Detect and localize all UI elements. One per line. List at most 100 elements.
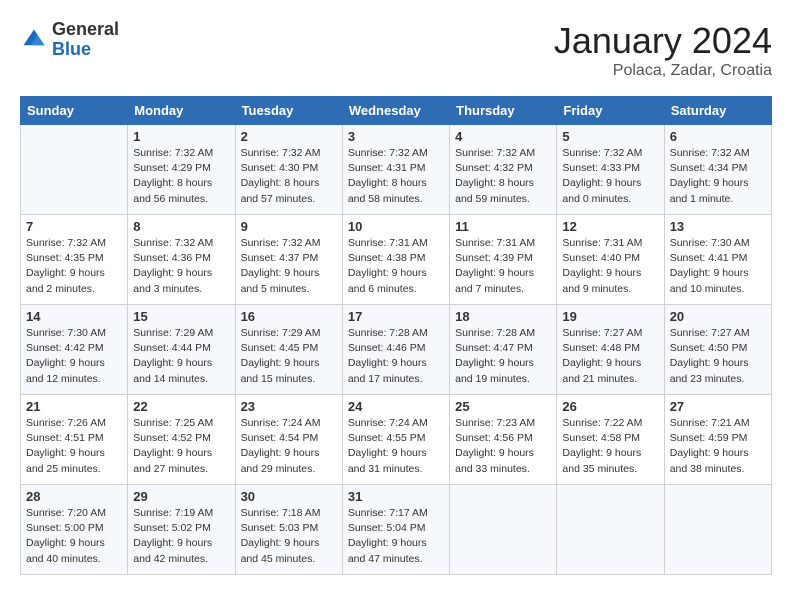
day-info: Sunrise: 7:28 AM Sunset: 4:47 PM Dayligh… [455, 326, 551, 387]
day-number: 22 [133, 399, 229, 414]
day-info: Sunrise: 7:23 AM Sunset: 4:56 PM Dayligh… [455, 416, 551, 477]
calendar-week-5: 28 Sunrise: 7:20 AM Sunset: 5:00 PM Dayli… [21, 485, 772, 575]
table-row: 22 Sunrise: 7:25 AM Sunset: 4:52 PM Dayli… [128, 395, 235, 485]
day-info: Sunrise: 7:32 AM Sunset: 4:31 PM Dayligh… [348, 146, 444, 207]
table-row: 14 Sunrise: 7:30 AM Sunset: 4:42 PM Dayli… [21, 305, 128, 395]
table-row: 23 Sunrise: 7:24 AM Sunset: 4:54 PM Dayli… [235, 395, 342, 485]
day-info: Sunrise: 7:32 AM Sunset: 4:34 PM Dayligh… [670, 146, 766, 207]
calendar-week-2: 7 Sunrise: 7:32 AM Sunset: 4:35 PM Daylig… [21, 215, 772, 305]
day-number: 19 [562, 309, 658, 324]
table-row: 2 Sunrise: 7:32 AM Sunset: 4:30 PM Daylig… [235, 125, 342, 215]
day-info: Sunrise: 7:20 AM Sunset: 5:00 PM Dayligh… [26, 506, 122, 567]
day-info: Sunrise: 7:27 AM Sunset: 4:50 PM Dayligh… [670, 326, 766, 387]
day-number: 11 [455, 219, 551, 234]
location-subtitle: Polaca, Zadar, Croatia [554, 62, 772, 80]
day-number: 1 [133, 129, 229, 144]
table-row: 24 Sunrise: 7:24 AM Sunset: 4:55 PM Dayli… [342, 395, 449, 485]
day-number: 16 [241, 309, 337, 324]
day-info: Sunrise: 7:31 AM Sunset: 4:40 PM Dayligh… [562, 236, 658, 297]
day-number: 23 [241, 399, 337, 414]
table-row: 1 Sunrise: 7:32 AM Sunset: 4:29 PM Daylig… [128, 125, 235, 215]
title-block: January 2024 Polaca, Zadar, Croatia [554, 20, 772, 80]
table-row: 30Sunrise: 7:18 AM Sunset: 5:03 PM Dayli… [235, 485, 342, 575]
day-number: 18 [455, 309, 551, 324]
table-row: 11 Sunrise: 7:31 AM Sunset: 4:39 PM Dayli… [450, 215, 557, 305]
day-info: Sunrise: 7:29 AM Sunset: 4:45 PM Dayligh… [241, 326, 337, 387]
table-row: 4 Sunrise: 7:32 AM Sunset: 4:32 PM Daylig… [450, 125, 557, 215]
col-sunday: Sunday [21, 97, 128, 125]
table-row [450, 485, 557, 575]
day-info: Sunrise: 7:32 AM Sunset: 4:33 PM Dayligh… [562, 146, 658, 207]
day-number: 30 [241, 489, 337, 504]
day-number: 8 [133, 219, 229, 234]
table-row: 9 Sunrise: 7:32 AM Sunset: 4:37 PM Daylig… [235, 215, 342, 305]
table-row: 18 Sunrise: 7:28 AM Sunset: 4:47 PM Dayli… [450, 305, 557, 395]
logo-icon [20, 26, 48, 54]
month-year-title: January 2024 [554, 20, 772, 62]
day-info: Sunrise: 7:32 AM Sunset: 4:35 PM Dayligh… [26, 236, 122, 297]
col-saturday: Saturday [664, 97, 771, 125]
day-info: Sunrise: 7:17 AM Sunset: 5:04 PM Dayligh… [348, 506, 444, 567]
day-number: 28 [26, 489, 122, 504]
calendar-week-1: 1 Sunrise: 7:32 AM Sunset: 4:29 PM Daylig… [21, 125, 772, 215]
day-info: Sunrise: 7:29 AM Sunset: 4:44 PM Dayligh… [133, 326, 229, 387]
day-number: 10 [348, 219, 444, 234]
table-row: 8 Sunrise: 7:32 AM Sunset: 4:36 PM Daylig… [128, 215, 235, 305]
calendar-week-4: 21 Sunrise: 7:26 AM Sunset: 4:51 PM Dayli… [21, 395, 772, 485]
day-info: Sunrise: 7:26 AM Sunset: 4:51 PM Dayligh… [26, 416, 122, 477]
table-row: 19 Sunrise: 7:27 AM Sunset: 4:48 PM Dayli… [557, 305, 664, 395]
day-number: 7 [26, 219, 122, 234]
day-info: Sunrise: 7:25 AM Sunset: 4:52 PM Dayligh… [133, 416, 229, 477]
day-number: 27 [670, 399, 766, 414]
day-number: 6 [670, 129, 766, 144]
table-row: 6 Sunrise: 7:32 AM Sunset: 4:34 PM Daylig… [664, 125, 771, 215]
day-number: 24 [348, 399, 444, 414]
day-info: Sunrise: 7:24 AM Sunset: 4:54 PM Dayligh… [241, 416, 337, 477]
col-monday: Monday [128, 97, 235, 125]
day-info: Sunrise: 7:32 AM Sunset: 4:36 PM Dayligh… [133, 236, 229, 297]
calendar-week-3: 14 Sunrise: 7:30 AM Sunset: 4:42 PM Dayli… [21, 305, 772, 395]
day-number: 20 [670, 309, 766, 324]
day-number: 9 [241, 219, 337, 234]
day-info: Sunrise: 7:32 AM Sunset: 4:32 PM Dayligh… [455, 146, 551, 207]
col-tuesday: Tuesday [235, 97, 342, 125]
logo: General Blue [20, 20, 119, 60]
col-wednesday: Wednesday [342, 97, 449, 125]
table-row [557, 485, 664, 575]
day-number: 29 [133, 489, 229, 504]
day-info: Sunrise: 7:30 AM Sunset: 4:41 PM Dayligh… [670, 236, 766, 297]
table-row: 29 Sunrise: 7:19 AM Sunset: 5:02 PM Dayli… [128, 485, 235, 575]
day-number: 14 [26, 309, 122, 324]
day-number: 21 [26, 399, 122, 414]
day-number: 26 [562, 399, 658, 414]
table-row: 20 Sunrise: 7:27 AM Sunset: 4:50 PM Dayli… [664, 305, 771, 395]
table-row: 3Sunrise: 7:32 AM Sunset: 4:31 PM Daylig… [342, 125, 449, 215]
table-row [21, 125, 128, 215]
table-row: 16 Sunrise: 7:29 AM Sunset: 4:45 PM Dayli… [235, 305, 342, 395]
day-info: Sunrise: 7:32 AM Sunset: 4:29 PM Dayligh… [133, 146, 229, 207]
day-number: 31 [348, 489, 444, 504]
table-row: 13 Sunrise: 7:30 AM Sunset: 4:41 PM Dayli… [664, 215, 771, 305]
day-number: 12 [562, 219, 658, 234]
table-row: 10Sunrise: 7:31 AM Sunset: 4:38 PM Dayli… [342, 215, 449, 305]
day-info: Sunrise: 7:31 AM Sunset: 4:39 PM Dayligh… [455, 236, 551, 297]
day-number: 5 [562, 129, 658, 144]
day-info: Sunrise: 7:30 AM Sunset: 4:42 PM Dayligh… [26, 326, 122, 387]
table-row: 31 Sunrise: 7:17 AM Sunset: 5:04 PM Dayli… [342, 485, 449, 575]
calendar-header-row: Sunday Monday Tuesday Wednesday Thursday… [21, 97, 772, 125]
day-info: Sunrise: 7:27 AM Sunset: 4:48 PM Dayligh… [562, 326, 658, 387]
day-number: 17 [348, 309, 444, 324]
day-info: Sunrise: 7:32 AM Sunset: 4:30 PM Dayligh… [241, 146, 337, 207]
logo-blue-text: Blue [52, 40, 119, 60]
day-number: 13 [670, 219, 766, 234]
logo-general-text: General [52, 20, 119, 40]
col-friday: Friday [557, 97, 664, 125]
day-number: 15 [133, 309, 229, 324]
day-info: Sunrise: 7:24 AM Sunset: 4:55 PM Dayligh… [348, 416, 444, 477]
day-number: 4 [455, 129, 551, 144]
day-number: 2 [241, 129, 337, 144]
day-info: Sunrise: 7:19 AM Sunset: 5:02 PM Dayligh… [133, 506, 229, 567]
calendar-table: Sunday Monday Tuesday Wednesday Thursday… [20, 96, 772, 575]
day-info: Sunrise: 7:32 AM Sunset: 4:37 PM Dayligh… [241, 236, 337, 297]
table-row: 5 Sunrise: 7:32 AM Sunset: 4:33 PM Daylig… [557, 125, 664, 215]
